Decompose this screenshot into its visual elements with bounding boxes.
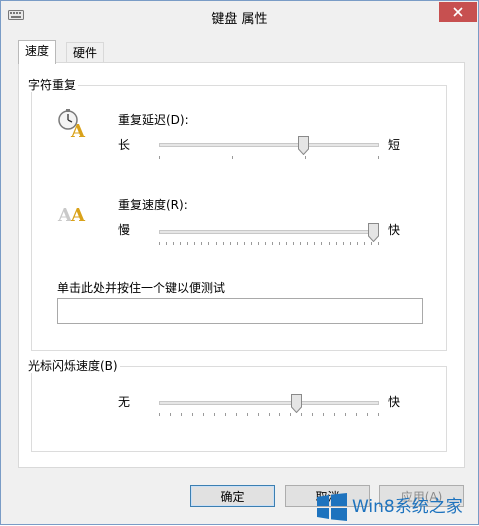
cursor-blink-tick [334,413,335,416]
repeat-rate-label: 重复速度(R): [118,198,188,212]
repeat-rate-tick [265,242,266,245]
cursor-blink-tick [323,413,324,416]
svg-text:A: A [70,121,86,139]
repeat-rate-tick [159,242,160,245]
repeat-rate-tick [279,242,280,245]
repeat-rate-tick [173,242,174,245]
repeat-delay-icon: A [58,109,86,139]
cursor-blink-tick [181,413,182,416]
watermark: Win8系统之家 [314,487,479,526]
repeat-rate-left-label: 慢 [118,223,131,237]
repeat-rate-tick [251,242,252,245]
repeat-rate-tick [300,242,301,245]
repeat-rate-tick [286,242,287,245]
repeat-rate-tick [350,242,351,245]
windows-logo-icon [317,493,347,521]
cursor-blink-tick [192,413,193,416]
repeat-rate-tick [194,242,195,245]
cursor-blink-tick [236,413,237,416]
repeat-rate-tick [307,242,308,245]
repeat-rate-tick [201,242,202,245]
cursor-blink-tick [312,413,313,416]
cursor-blink-tick [258,413,259,416]
cursor-blink-tick [203,413,204,416]
repeat-rate-tick [244,242,245,245]
repeat-delay-tick [378,156,379,159]
repeat-rate-tick [187,242,188,245]
repeat-rate-tick [378,242,379,245]
tab-panel-speed: 字符重复 A 重复延迟(D): 长 短 A A 重复速度(R): 慢 快 单击此… [18,62,465,468]
cursor-blink-tick [301,413,302,416]
window-title: 键盘 属性 [211,12,268,27]
repeat-delay-slider-thumb[interactable] [298,136,309,155]
repeat-rate-slider-thumb[interactable] [368,223,379,242]
cursor-blink-tick [367,413,368,416]
repeat-rate-tick [237,242,238,245]
cursor-blink-left-label: 无 [118,395,131,409]
watermark-text: Win8系统之家 [352,497,463,517]
repeat-rate-right-label: 快 [388,223,401,237]
repeat-delay-right-label: 短 [388,138,401,152]
char-repeat-group-label: 字符重复 [26,78,79,92]
test-field-label: 单击此处并按住一个键以便测试 [57,281,226,295]
tab-hardware[interactable]: 硬件 [66,42,105,63]
repeat-rate-tick [208,242,209,245]
repeat-rate-tick [364,242,365,245]
title-bar: 键盘 属性 [1,1,478,31]
cursor-blink-group-label: 光标闪烁速度(B) [26,359,120,373]
repeat-rate-tick [321,242,322,245]
repeat-rate-tick [230,242,231,245]
repeat-rate-tick [216,242,217,245]
repeat-rate-tick [223,242,224,245]
repeat-delay-label: 重复延迟(D): [118,113,189,127]
repeat-rate-slider-track[interactable] [159,230,379,234]
cursor-blink-tick [225,413,226,416]
close-icon [453,7,463,17]
repeat-rate-tick [343,242,344,245]
repeat-rate-tick [314,242,315,245]
repeat-rate-tick [357,242,358,245]
cursor-blink-tick [279,413,280,416]
close-button[interactable] [439,2,477,22]
repeat-rate-tick [272,242,273,245]
cursor-blink-tick [170,413,171,416]
repeat-rate-tick [329,242,330,245]
repeat-delay-tick [232,156,233,159]
cursor-blink-slider-track[interactable] [159,401,379,405]
cursor-blink-right-label: 快 [388,395,401,409]
test-input[interactable] [57,298,423,324]
cursor-blink-slider-thumb[interactable] [291,394,302,413]
cursor-blink-tick [214,413,215,416]
cursor-blink-tick [356,413,357,416]
repeat-rate-tick [293,242,294,245]
ok-button[interactable]: 确定 [190,485,275,507]
repeat-delay-slider-track[interactable] [159,143,379,147]
keyboard-properties-dialog: 键盘 属性 速度 硬件 字符重复 A 重复延迟(D): 长 短 A A 重复速度… [0,0,479,525]
cursor-blink-tick [247,413,248,416]
cursor-blink-tick [345,413,346,416]
svg-text:A: A [70,205,86,225]
cursor-blink-tick [290,413,291,416]
repeat-delay-left-label: 长 [118,138,131,152]
cursor-blink-group [31,366,447,452]
repeat-delay-tick [159,156,160,159]
tab-speed[interactable]: 速度 [18,40,57,64]
repeat-rate-icon: A A [57,205,86,225]
cursor-blink-tick [378,413,379,416]
repeat-rate-tick [258,242,259,245]
repeat-rate-tick [336,242,337,245]
repeat-delay-tick [305,156,306,159]
repeat-rate-tick [180,242,181,245]
repeat-rate-tick [371,242,372,245]
cursor-blink-tick [269,413,270,416]
cursor-blink-tick [159,413,160,416]
repeat-rate-tick [166,242,167,245]
